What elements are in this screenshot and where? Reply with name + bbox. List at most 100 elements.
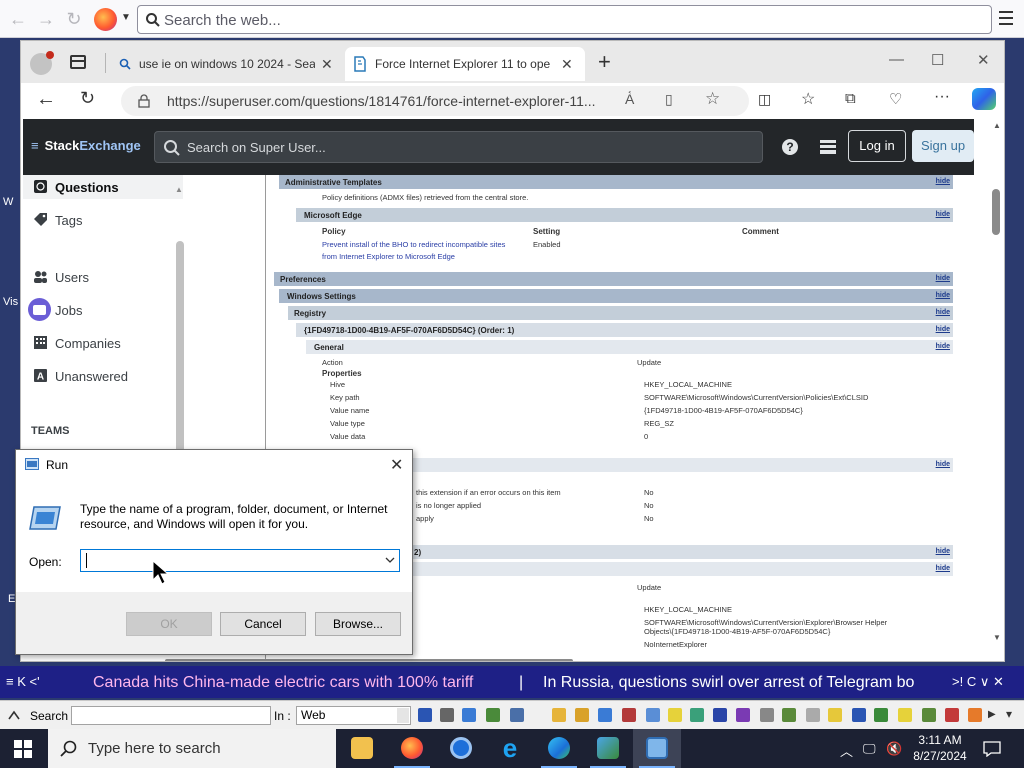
toolbar-bolt-icon[interactable] xyxy=(486,708,500,722)
scroll-up-arrow-icon[interactable]: ▲ xyxy=(175,185,183,194)
close-tab-icon[interactable]: ✕ xyxy=(561,56,573,73)
toolbar-cube-icon[interactable] xyxy=(736,708,750,722)
taskbar-clock[interactable]: 3:11 AM 8/27/2024 xyxy=(908,732,972,764)
toolbar-window-icon[interactable] xyxy=(598,708,612,722)
toolbar-target-icon[interactable] xyxy=(945,708,959,722)
chevron-down-icon[interactable] xyxy=(397,708,409,723)
refresh-icon[interactable]: ↻ xyxy=(80,88,95,109)
toolbar-globe-icon[interactable] xyxy=(968,708,982,722)
toolbar-in-select[interactable]: Web xyxy=(296,706,411,725)
taskbar-search-box[interactable]: Type here to search xyxy=(48,729,336,768)
chevron-down-icon[interactable]: ▾ xyxy=(1006,707,1012,721)
forward-arrow-icon[interactable]: → xyxy=(36,9,56,29)
back-arrow-icon[interactable]: ← xyxy=(36,88,56,111)
copilot-icon[interactable] xyxy=(972,88,996,110)
back-arrow-icon[interactable]: ← xyxy=(8,9,28,29)
file-explorer-app[interactable] xyxy=(338,729,386,768)
cancel-button[interactable]: Cancel xyxy=(220,612,306,636)
internet-explorer-app[interactable]: e xyxy=(486,729,534,768)
toolbar-search-icon[interactable] xyxy=(418,708,432,722)
toolbar-arrows-icon[interactable] xyxy=(874,708,888,722)
sidebar-item-unanswered[interactable]: A Unanswered xyxy=(23,364,183,388)
reload-icon[interactable]: ↻ xyxy=(64,9,84,29)
chevron-right-icon[interactable]: ▶ xyxy=(988,709,996,720)
toolbar-dollar-icon[interactable] xyxy=(852,708,866,722)
toolbar-diamond-icon[interactable] xyxy=(713,708,727,722)
tab-actions-icon[interactable] xyxy=(70,55,86,69)
favorite-star-icon[interactable]: ☆ xyxy=(705,89,720,109)
site-switcher-icon[interactable] xyxy=(820,140,836,154)
browser-app[interactable] xyxy=(437,729,485,768)
sidebar-scrollbar[interactable]: ▲ xyxy=(175,185,185,455)
minimize-icon[interactable]: — xyxy=(889,51,904,68)
hide-link[interactable]: hide xyxy=(936,309,950,316)
hide-link[interactable]: hide xyxy=(936,326,950,333)
toolbar-chart-icon[interactable] xyxy=(690,708,704,722)
toolbar-battery-icon[interactable] xyxy=(898,708,912,722)
toolbar-eraser-icon[interactable] xyxy=(806,708,820,722)
collapse-arrow-icon[interactable] xyxy=(8,710,20,720)
hide-link[interactable]: hide xyxy=(936,275,950,282)
toolbar-folder-icon[interactable] xyxy=(552,708,566,722)
hamburger-menu-icon[interactable] xyxy=(999,11,1015,25)
ticker-headline[interactable]: Canada hits China-made electric cars wit… xyxy=(93,674,473,692)
tab-search-results[interactable]: use ie on windows 10 2024 - Sear ✕ xyxy=(109,47,345,81)
sign-up-button[interactable]: Sign up xyxy=(912,130,974,162)
run-app[interactable] xyxy=(633,729,681,768)
run-title-bar[interactable]: Run ✕ xyxy=(16,450,412,480)
toolbar-butterfly-icon[interactable] xyxy=(622,708,636,722)
policy-link[interactable]: from Internet Explorer to Microsoft Edge xyxy=(322,252,455,261)
hide-link[interactable]: hide xyxy=(936,343,950,350)
tab-superuser-question[interactable]: Force Internet Explorer 11 to ope ✕ xyxy=(345,47,585,81)
hide-link[interactable]: hide xyxy=(936,211,950,218)
favorites-icon[interactable]: ☆ xyxy=(801,89,815,109)
sidebar-item-tags[interactable]: Tags xyxy=(23,208,183,232)
toolbar-note-icon[interactable] xyxy=(668,708,682,722)
hide-link[interactable]: hide xyxy=(936,178,950,185)
collections-icon[interactable]: ⧉ xyxy=(845,90,856,107)
control-panel-app[interactable] xyxy=(584,729,632,768)
sidebar-item-questions[interactable]: Questions xyxy=(23,175,183,199)
close-tab-icon[interactable]: ✕ xyxy=(321,56,333,73)
split-screen-icon[interactable]: ◫ xyxy=(758,91,771,108)
more-options-icon[interactable]: ··· xyxy=(934,88,950,106)
address-field[interactable]: https://superuser.com/questions/1814761/… xyxy=(121,86,749,116)
maximize-icon[interactable]: ☐ xyxy=(931,51,944,69)
firefox-logo-icon[interactable] xyxy=(94,8,117,31)
toolbar-folder-icon[interactable] xyxy=(575,708,589,722)
firefox-search-field[interactable]: Search the web... xyxy=(137,5,992,34)
open-combobox[interactable] xyxy=(80,549,400,572)
site-search-input[interactable]: Search on Super User... xyxy=(154,131,763,163)
browse-button[interactable]: Browse... xyxy=(315,612,401,636)
toolbar-bulb-icon[interactable] xyxy=(828,708,842,722)
chevron-up-icon[interactable]: ︿ xyxy=(840,741,853,760)
ok-button[interactable]: OK xyxy=(126,612,212,636)
page-scrollbar[interactable]: ▲ ▼ xyxy=(988,117,1004,661)
ticker-controls-right[interactable]: >! C ∨ ✕ xyxy=(952,674,1004,690)
hide-link[interactable]: hide xyxy=(936,565,950,572)
edge-app[interactable] xyxy=(535,729,583,768)
immersive-reader-icon[interactable]: ▯ xyxy=(665,91,673,108)
scroll-down-arrow-icon[interactable]: ▼ xyxy=(993,633,1001,642)
hide-link[interactable]: hide xyxy=(936,548,950,555)
toolbar-people-icon[interactable] xyxy=(646,708,660,722)
close-window-icon[interactable]: ✕ xyxy=(977,51,990,69)
volume-muted-icon[interactable]: 🔇 xyxy=(886,741,902,757)
toolbar-translate-icon[interactable] xyxy=(510,708,524,722)
hide-link[interactable]: hide xyxy=(936,292,950,299)
scrollbar-thumb[interactable] xyxy=(992,189,1000,235)
toolbar-clipboard-icon[interactable] xyxy=(760,708,774,722)
close-icon[interactable]: ✕ xyxy=(390,455,403,475)
hide-link[interactable]: hide xyxy=(936,461,950,468)
toolbar-page-icon[interactable] xyxy=(440,708,454,722)
scroll-up-arrow-icon[interactable]: ▲ xyxy=(993,121,1001,130)
policy-link[interactable]: Prevent install of the BHO to redirect i… xyxy=(322,240,505,249)
browser-essentials-icon[interactable]: ♡ xyxy=(889,90,902,108)
notifications-icon[interactable] xyxy=(983,741,1001,757)
ticker-headline[interactable]: In Russia, questions swirl over arrest o… xyxy=(543,674,914,692)
help-icon[interactable]: ? xyxy=(782,139,798,155)
toolbar-gear-icon[interactable] xyxy=(782,708,796,722)
profile-avatar[interactable] xyxy=(30,51,54,75)
read-aloud-icon[interactable]: A᷾ xyxy=(625,91,634,107)
sidebar-item-users[interactable]: Users xyxy=(23,265,183,289)
